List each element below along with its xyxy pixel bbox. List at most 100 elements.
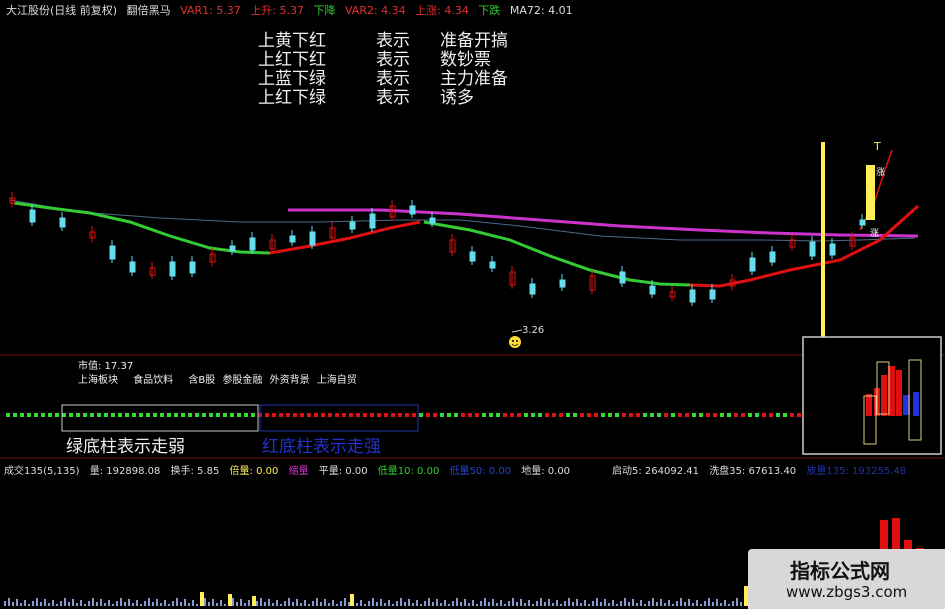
volume-bar (420, 604, 422, 606)
signal-dot (132, 413, 136, 417)
sector-tag: 上海板块 (78, 375, 118, 386)
signal-dot (314, 413, 318, 417)
candle (29, 209, 36, 223)
price-chart[interactable]: T 涨 涨 3.26 (0, 0, 945, 609)
volume-bar (536, 601, 538, 606)
volume-bar (324, 599, 326, 606)
volume-bar (260, 598, 262, 606)
volume-bar (600, 602, 602, 606)
volume-bar (704, 601, 706, 606)
signal-dot (587, 413, 591, 417)
candle (429, 217, 436, 224)
volume-bar (56, 604, 58, 606)
volume-bar (532, 604, 534, 606)
signal-dot (769, 413, 773, 417)
volume-bar (176, 598, 178, 606)
volume-bar (508, 601, 510, 606)
signal-dot (272, 413, 276, 417)
volume-bar (684, 602, 686, 606)
red-line (689, 204, 920, 288)
volume-bar (288, 598, 290, 606)
volume-bar (700, 604, 702, 606)
volume-bar (528, 600, 530, 606)
signal-dot (559, 413, 563, 417)
volume-bar (24, 600, 26, 606)
volume-bar (336, 604, 338, 606)
signal-dot (510, 413, 514, 417)
signal-dot (356, 413, 360, 417)
signal-dot (776, 413, 780, 417)
yellow-surge-bar (866, 165, 875, 220)
signal-dot (797, 413, 801, 417)
volume-bar (436, 599, 438, 606)
signal-dot (573, 413, 577, 417)
volume-bar (716, 599, 718, 606)
zhang-label: 涨 (870, 228, 879, 239)
signal-dot (174, 413, 178, 417)
volume-bar (292, 602, 294, 606)
volume-bar (412, 603, 414, 606)
volume-bar (712, 602, 714, 606)
signal-dot (118, 413, 122, 417)
signal-dot (615, 413, 619, 417)
volume-bar (172, 601, 174, 606)
volume-bar (464, 599, 466, 606)
signal-dot (524, 413, 528, 417)
volume-bar (484, 598, 486, 606)
candle (529, 283, 536, 295)
volume-bar (552, 603, 554, 606)
volume-bar (656, 602, 658, 606)
volume-bar (524, 603, 526, 606)
signal-dot (454, 413, 458, 417)
volume-bar (296, 599, 298, 606)
signal-dot (727, 413, 731, 417)
volume-bar (444, 600, 446, 606)
volume-bar (164, 600, 166, 606)
volume-bar (160, 603, 162, 606)
signal-dot (531, 413, 535, 417)
green-line (423, 220, 691, 287)
volume-bar (304, 600, 306, 606)
volume-bar (504, 604, 506, 606)
volume-bar (732, 601, 734, 606)
volume-bar (200, 592, 204, 606)
signal-dot (202, 413, 206, 417)
candle (109, 245, 116, 260)
volume-bar (472, 600, 474, 606)
red-line (859, 149, 893, 231)
volume-bar (224, 604, 226, 606)
volume-bar (216, 603, 218, 606)
volume-bar (64, 598, 66, 606)
volume-bar (476, 604, 478, 606)
volume-header: 成交135(5,135) 量: 192898.08 换手: 5.85 倍量: 0… (4, 462, 577, 477)
signal-dot (545, 413, 549, 417)
volume-header-right: 启动5: 264092.41 洗盘35: 67613.40 放量135: 193… (612, 462, 913, 477)
volume-bar (520, 599, 522, 606)
flat-volume: 平量: 0.00 (318, 466, 368, 477)
signal-dot (398, 413, 402, 417)
volume-bar (408, 599, 410, 606)
volume-bar (212, 599, 214, 606)
volume-bar (452, 601, 454, 606)
volume-bar (272, 603, 274, 606)
candle (649, 285, 656, 295)
volume-bar (692, 603, 694, 606)
signal-dot (475, 413, 479, 417)
candle (829, 243, 836, 256)
signal-dot (748, 413, 752, 417)
signal-dot (664, 413, 668, 417)
red-caption: 红底柱表示走强 (262, 437, 381, 457)
signal-dot (552, 413, 556, 417)
sector-tag: 参股金融 (222, 375, 263, 386)
volume-bar (492, 599, 494, 606)
candle (469, 251, 476, 262)
volume-bar (108, 600, 110, 606)
volume-bar (380, 599, 382, 606)
volume-bar (544, 602, 546, 606)
signal-dot (300, 413, 304, 417)
volume-bar (720, 603, 722, 606)
candlesticks (9, 192, 866, 306)
volume-bar (28, 604, 30, 606)
volume-bar (632, 599, 634, 606)
volume-bar (468, 603, 470, 606)
